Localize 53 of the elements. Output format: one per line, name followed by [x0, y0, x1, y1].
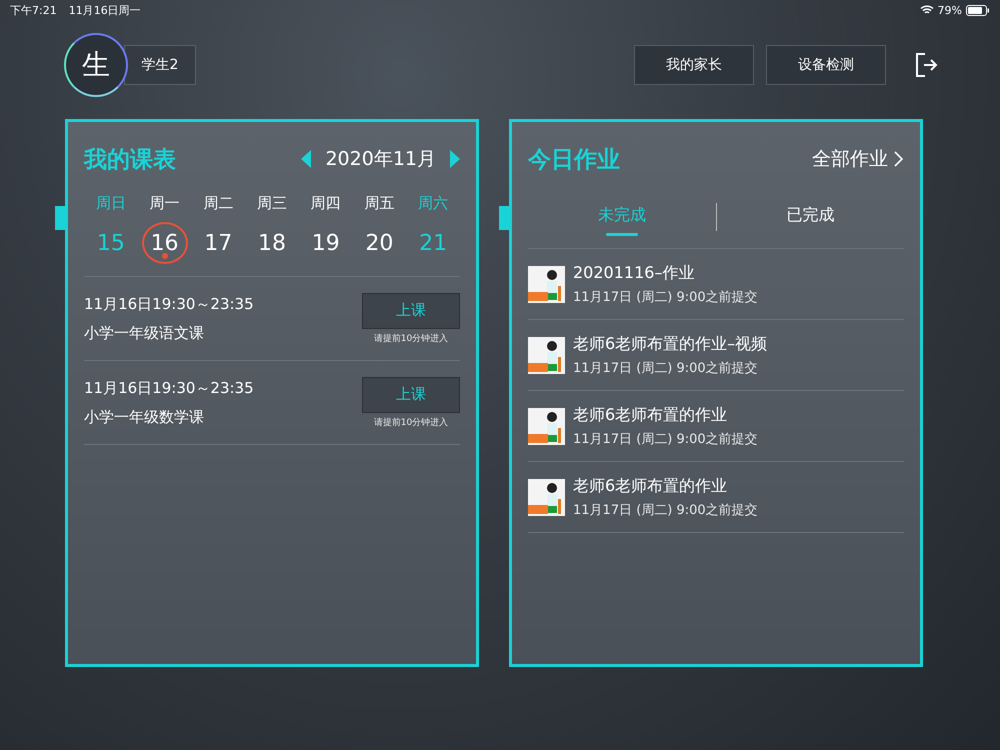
lesson-name: 小学一年级数学课: [84, 408, 205, 426]
join-hint: 请提前10分钟进入: [374, 416, 448, 428]
weekday-label: 周四: [310, 194, 341, 214]
student-drawing: [528, 266, 565, 302]
weekday-label: 周二: [203, 194, 234, 214]
homework-title[interactable]: 老师6老师布置的作业: [573, 404, 758, 426]
homework-deadline: 11月17日 (周二) 9:00之前提交: [573, 288, 758, 306]
lesson-name: 小学一年级语文课: [84, 324, 205, 342]
calendar-date[interactable]: 17: [195, 222, 242, 264]
student-name: 学生2: [124, 44, 196, 84]
lesson-time: 11月16日19:30～23:35: [84, 378, 254, 398]
battery-percent: 79%: [938, 4, 962, 16]
weekday-label: 周一: [150, 194, 180, 214]
lesson-time: 11月16日19:30～23:35: [84, 294, 254, 314]
homework-tab[interactable]: 未完成: [528, 198, 716, 236]
weekday-label: 周五: [364, 194, 394, 214]
next-month-icon[interactable]: [450, 150, 460, 168]
calendar-date[interactable]: 20: [356, 222, 402, 264]
chevron-right-icon[interactable]: [894, 151, 904, 167]
student-drawing: [528, 408, 565, 444]
month-label: 2020年11月: [325, 147, 436, 172]
status-time: 下午7:21: [10, 2, 57, 18]
calendar-date[interactable]: 19: [302, 222, 349, 264]
avatar: 生: [64, 32, 128, 96]
weekday-label: 周三: [256, 194, 287, 214]
homework-deadline: 11月17日 (周二) 9:00之前提交: [573, 430, 758, 448]
header-button[interactable]: 设备检测: [766, 44, 886, 84]
logout-icon[interactable]: [914, 52, 938, 78]
join-hint: 请提前10分钟进入: [374, 332, 448, 344]
student-drawing: [528, 478, 565, 516]
homework-tab[interactable]: 已完成: [716, 198, 904, 236]
calendar-date[interactable]: 18: [248, 222, 295, 264]
panel-title: 今日作业: [528, 146, 620, 174]
all-homework-link[interactable]: 全部作业: [812, 146, 904, 172]
battery-icon: [966, 4, 990, 16]
join-class-button[interactable]: 上课: [362, 292, 460, 328]
homework-deadline: 11月17日 (周二) 9:00之前提交: [573, 360, 759, 376]
join-class-button[interactable]: 上课: [362, 376, 460, 412]
weekday-label: 周六: [418, 194, 448, 214]
prev-month-icon[interactable]: [301, 150, 312, 168]
header-button[interactable]: 我的家长: [634, 44, 754, 84]
homework-title[interactable]: 老师6老师布置的作业: [573, 476, 758, 496]
calendar-date[interactable]: 16: [142, 222, 188, 264]
panel-title: 我的课表: [84, 146, 176, 174]
homework-title[interactable]: 20201116–作业: [573, 262, 758, 284]
student-drawing: [528, 336, 565, 374]
weekday-label: 周日: [96, 194, 126, 214]
wifi-icon: [920, 5, 934, 15]
homework-deadline: 11月17日 (周二) 9:00之前提交: [573, 502, 758, 518]
calendar-date[interactable]: 21: [410, 222, 456, 264]
homework-title[interactable]: 老师6老师布置的作业–视频: [573, 334, 768, 354]
calendar-date[interactable]: 15: [88, 222, 134, 264]
status-date: 11月16日周一: [68, 2, 141, 18]
